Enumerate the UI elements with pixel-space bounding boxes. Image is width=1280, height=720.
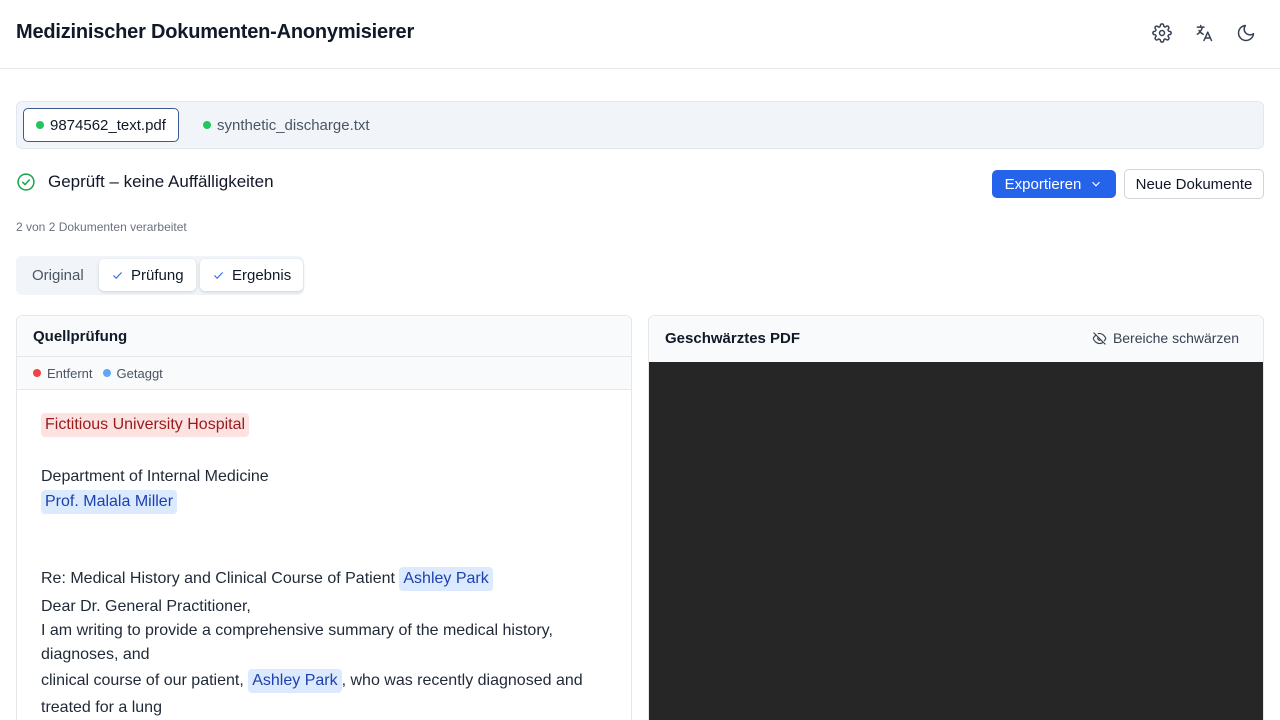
source-review-panel: Quellprüfung Entfernt Getaggt Fictitious…	[16, 315, 632, 720]
check-icon	[113, 271, 122, 279]
tagged-entity[interactable]: Ashley Park	[248, 669, 342, 693]
redact-areas-button[interactable]: Bereiche schwärzen	[1092, 330, 1239, 346]
redacted-pdf-panel: Geschwärztes PDF Bereiche schwärzen	[648, 315, 1264, 720]
panel-title: Geschwärztes PDF	[665, 330, 801, 347]
new-documents-button[interactable]: Neue Dokumente	[1124, 169, 1264, 199]
status-dot	[203, 121, 211, 129]
file-tab-9874562-text-pdf[interactable]: 9874562_text.pdf	[23, 108, 179, 142]
check-circle-icon	[17, 173, 35, 191]
legend-label: Getaggt	[116, 365, 163, 381]
status-dot	[36, 121, 44, 129]
tab-label: Original	[32, 266, 84, 284]
file-tab-label: 9874562_text.pdf	[50, 116, 166, 134]
export-button-label: Exportieren	[1004, 175, 1082, 193]
tab-pruefung[interactable]: Prüfung	[99, 259, 196, 291]
legend-item-removed: Entfernt	[33, 366, 93, 381]
doc-line: I am writing to provide a comprehensive …	[41, 622, 553, 639]
legend-dot	[102, 369, 111, 377]
legend-dot	[33, 369, 41, 377]
tagged-entity[interactable]: Prof. Malala Miller	[41, 490, 178, 514]
app-title: Medizinischer Dokumenten-Anonymisierer	[16, 21, 415, 43]
tab-label: Ergebnis	[232, 266, 292, 284]
chevron-down-icon	[1092, 181, 1101, 187]
doc-line: treated for a lung	[41, 699, 162, 716]
doc-line: Dear Dr. General Practitioner,	[41, 598, 251, 615]
tab-original[interactable]: Original	[32, 259, 84, 291]
legend: Entfernt Getaggt	[17, 357, 631, 390]
doc-line: Department of Internal Medicine	[41, 468, 269, 485]
file-tab-synthetic-discharge-txt[interactable]: synthetic_discharge.txt	[191, 108, 382, 142]
gear-icon[interactable]	[1150, 21, 1174, 45]
panel-header: Geschwärztes PDF Bereiche schwärzen	[649, 316, 1263, 362]
status-text: Geprüft – keine Auffälligkeiten	[48, 172, 274, 191]
app-header: Medizinischer Dokumenten-Anonymisierer	[0, 0, 1280, 69]
eye-off-icon	[1092, 331, 1107, 345]
panel-title: Quellprüfung	[17, 316, 631, 357]
redact-label: Bereiche schwärzen	[1112, 330, 1239, 346]
file-tab-label: synthetic_discharge.txt	[217, 116, 370, 134]
progress-text: 2 von 2 Dokumenten verarbeitet	[16, 220, 187, 234]
doc-text: clinical course of our patient,	[41, 672, 249, 689]
file-tabs: 9874562_text.pdf synthetic_discharge.txt	[16, 101, 1264, 149]
removed-entity[interactable]: Fictitious University Hospital	[41, 413, 250, 437]
moon-icon[interactable]	[1234, 21, 1258, 45]
pdf-viewer[interactable]	[649, 362, 1263, 720]
check-icon	[214, 271, 223, 279]
tagged-entity[interactable]: Ashley Park	[399, 567, 493, 591]
view-tabs: Original Prüfung Ergebnis	[16, 256, 304, 295]
export-button[interactable]: Exportieren	[992, 170, 1116, 198]
doc-text: , who was recently diagnosed and	[341, 672, 583, 689]
doc-text: Re: Medical History and Clinical Course …	[41, 570, 400, 587]
tab-ergebnis[interactable]: Ergebnis	[200, 259, 304, 291]
doc-line: Re: Medical History and Clinical Course …	[41, 567, 493, 591]
translate-icon[interactable]	[1192, 21, 1216, 45]
legend-item-tagged: Getaggt	[102, 365, 163, 381]
doc-line: diagnoses, and	[41, 646, 150, 663]
review-status: Geprüft – keine Auffälligkeiten	[16, 172, 274, 192]
doc-line: clinical course of our patient, Ashley P…	[41, 669, 583, 693]
tab-label: Prüfung	[131, 266, 184, 284]
legend-label: Entfernt	[47, 365, 93, 381]
